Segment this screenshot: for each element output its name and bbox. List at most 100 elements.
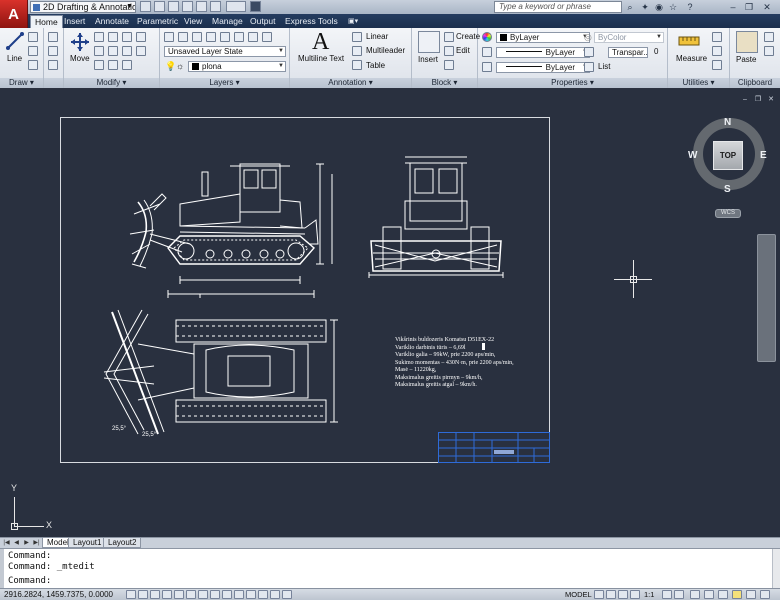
workspace-selector[interactable]: 2D Drafting & Annotation ▼: [30, 1, 136, 13]
compass-west[interactable]: W: [688, 150, 697, 161]
search-input[interactable]: Type a keyword or phrase: [494, 1, 622, 13]
trim-icon[interactable]: [108, 32, 118, 42]
explode-icon[interactable]: [122, 46, 132, 56]
lightbulb-icon[interactable]: 💡: [165, 61, 176, 71]
minimize-icon[interactable]: –: [728, 2, 738, 12]
layer-lock-icon[interactable]: [220, 32, 230, 42]
subscription-icon[interactable]: ✦: [640, 2, 650, 12]
create-button[interactable]: Create: [456, 32, 480, 42]
array-icon[interactable]: [108, 60, 118, 70]
list-button[interactable]: List: [598, 62, 610, 72]
region-icon[interactable]: [48, 60, 58, 70]
cut-icon[interactable]: [764, 32, 774, 42]
block-panel-title[interactable]: Block ▾: [412, 78, 477, 88]
utilities-panel-title[interactable]: Utilities ▾: [668, 78, 729, 88]
snap-mode-icon[interactable]: [138, 590, 148, 599]
tab-annotate[interactable]: Annotate: [91, 15, 133, 28]
mirror-icon[interactable]: [94, 46, 104, 56]
grid-display-icon[interactable]: [150, 590, 160, 599]
tab-view[interactable]: View: [180, 15, 206, 28]
measure-icon[interactable]: [678, 34, 700, 48]
compass-south[interactable]: S: [724, 184, 731, 195]
move-icon[interactable]: [70, 32, 90, 52]
polyline-icon[interactable]: [28, 32, 38, 42]
layer-walk-icon[interactable]: [262, 32, 272, 42]
next-layout-icon[interactable]: ▶: [22, 538, 31, 548]
coordinate-display[interactable]: 2916.2824, 1459.7375, 0.0000: [4, 590, 113, 600]
insert-button[interactable]: Insert: [418, 55, 438, 65]
linear-dimension-button[interactable]: Linear: [366, 32, 388, 42]
plot-style-icon[interactable]: ◎: [584, 32, 594, 42]
id-point-icon[interactable]: [712, 60, 722, 70]
multileader-icon[interactable]: [352, 46, 362, 56]
layer-isolate-icon[interactable]: [192, 32, 202, 42]
modify-panel-title[interactable]: Modify ▾: [64, 78, 159, 88]
quick-properties-icon[interactable]: [270, 590, 280, 599]
tab-output[interactable]: Output: [246, 15, 280, 28]
viewcube-top-face[interactable]: TOP: [713, 141, 743, 170]
annotation-scale[interactable]: 1:1: [644, 590, 654, 600]
dynamic-input-icon[interactable]: [234, 590, 244, 599]
paste-icon[interactable]: [736, 31, 758, 53]
move-button[interactable]: Move: [70, 54, 90, 64]
color-dropdown[interactable]: ByLayer ▼: [496, 32, 590, 43]
3d-object-snap-icon[interactable]: [198, 590, 208, 599]
ribbon-minimize-icon[interactable]: ▣▾: [344, 15, 362, 28]
isolate-objects-icon[interactable]: [732, 590, 742, 599]
quick-view-drawings-icon[interactable]: [606, 590, 616, 599]
layer-freeze-icon[interactable]: [206, 32, 216, 42]
save-as-icon[interactable]: [182, 1, 193, 12]
hatch-icon[interactable]: [48, 46, 58, 56]
clean-screen-icon[interactable]: [760, 590, 770, 599]
layer-off-icon[interactable]: [178, 32, 188, 42]
layer-previous-icon[interactable]: [248, 32, 258, 42]
measure-button[interactable]: Measure: [676, 54, 707, 64]
zoom-icon[interactable]: [630, 590, 640, 599]
transparency-toggle-icon[interactable]: [258, 590, 268, 599]
draw-panel-title[interactable]: Draw ▾: [0, 78, 43, 88]
color-wheel-icon[interactable]: [482, 32, 492, 42]
favorites-icon[interactable]: ☆: [668, 2, 678, 12]
search-icon[interactable]: ⌕: [625, 2, 635, 12]
sun-icon[interactable]: ☼: [176, 61, 184, 71]
tab-layout2[interactable]: Layout2: [103, 538, 142, 548]
transparency-dropdown[interactable]: Transpar...: [608, 47, 648, 58]
drawing-notes[interactable]: Vikšrinis buldozeris Komatsu D51EX-22 Va…: [395, 337, 514, 390]
multileader-button[interactable]: Multileader: [366, 46, 405, 56]
viewport-minimize-icon[interactable]: –: [741, 96, 749, 104]
undo-icon[interactable]: [196, 1, 207, 12]
linear-dimension-icon[interactable]: [352, 32, 362, 42]
copy-clip-icon[interactable]: [764, 46, 774, 56]
navigation-bar[interactable]: [757, 234, 776, 362]
application-menu-button[interactable]: A: [0, 0, 28, 28]
layer-state-dropdown[interactable]: Unsaved Layer State ▼: [164, 46, 286, 57]
table-icon[interactable]: [352, 60, 362, 70]
ortho-mode-icon[interactable]: [162, 590, 172, 599]
last-layout-icon[interactable]: ▶|: [32, 538, 41, 548]
new-file-icon[interactable]: [140, 1, 151, 12]
lock-ui-icon[interactable]: [704, 590, 714, 599]
linetype-dropdown[interactable]: ByLayer▼: [496, 47, 590, 58]
previous-layout-icon[interactable]: ◀: [12, 538, 21, 548]
help-icon[interactable]: ?: [685, 2, 695, 12]
viewport-close-icon[interactable]: ✕: [767, 96, 775, 104]
multiline-text-icon[interactable]: A: [312, 28, 329, 56]
tab-express-tools[interactable]: Express Tools: [281, 15, 342, 28]
viewport-restore-icon[interactable]: ❐: [754, 96, 762, 104]
tab-home[interactable]: Home: [30, 15, 63, 28]
auto-scale-icon[interactable]: [674, 590, 684, 599]
tab-manage[interactable]: Manage: [208, 15, 247, 28]
layer-match-icon[interactable]: [234, 32, 244, 42]
model-space-toggle[interactable]: MODEL: [565, 590, 592, 600]
layer-dropdown[interactable]: plona ▼: [188, 61, 286, 72]
edit-block-icon[interactable]: [444, 46, 454, 56]
dynamic-ucs-icon[interactable]: [222, 590, 232, 599]
offset-icon[interactable]: [122, 60, 132, 70]
layer-properties-icon[interactable]: [164, 32, 174, 42]
scale-icon[interactable]: [94, 60, 104, 70]
rectangle-icon[interactable]: [48, 32, 58, 42]
wcs-menu[interactable]: WCS: [715, 209, 741, 218]
command-prompt[interactable]: Command:: [8, 576, 51, 587]
quick-view-layouts-icon[interactable]: [594, 590, 604, 599]
tab-layout1[interactable]: Layout1: [68, 538, 107, 548]
